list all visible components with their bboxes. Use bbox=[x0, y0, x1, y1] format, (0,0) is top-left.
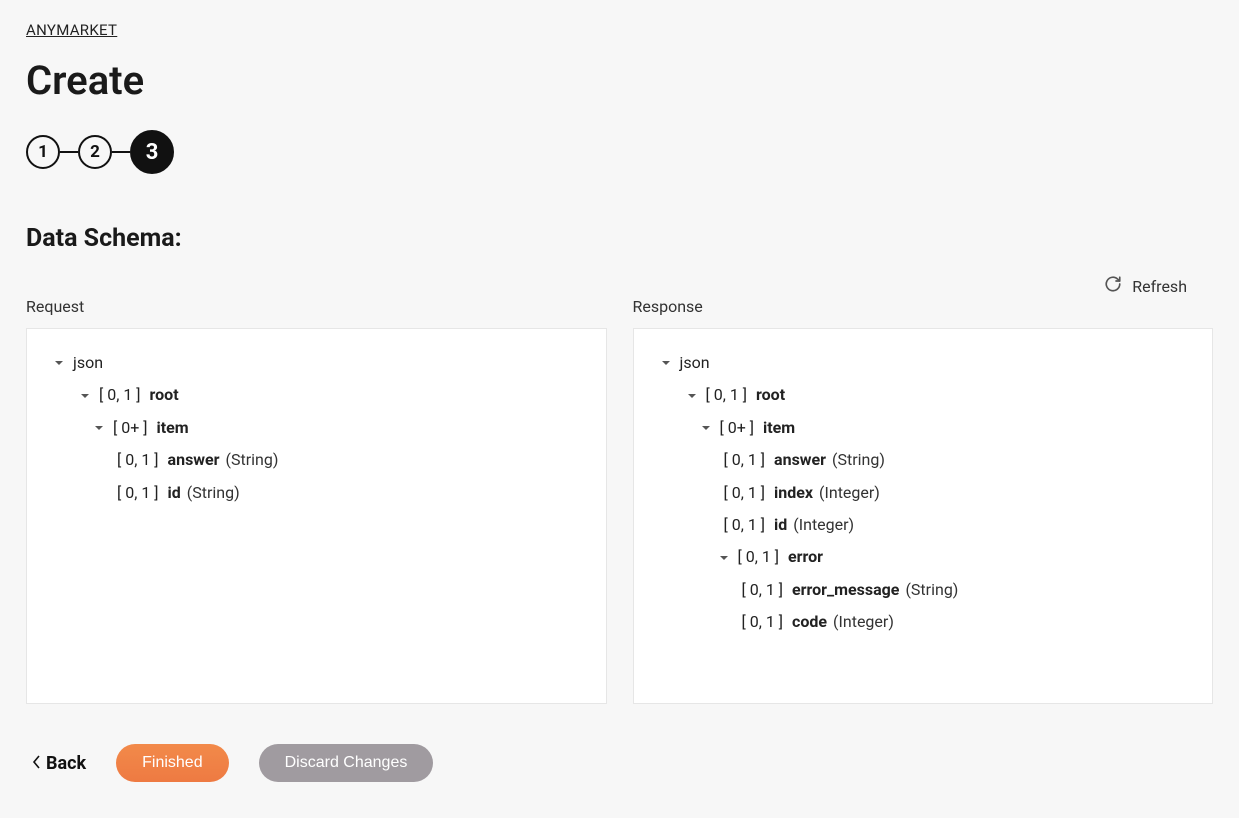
cardinality: [ 0, 1 ] bbox=[117, 482, 159, 504]
step-connector bbox=[60, 151, 78, 153]
response-label: Response bbox=[633, 297, 1214, 316]
request-schema-panel: json [ 0, 1 ] root[ 0+ ] item [ 0, 1 ] answer… bbox=[26, 328, 607, 704]
field-name: error bbox=[788, 546, 823, 568]
tree-row[interactable]: [ 0, 1 ] index (Integer) bbox=[658, 477, 1189, 509]
tree-row[interactable]: [ 0, 1 ] answer (String) bbox=[658, 444, 1189, 476]
field-type: (Integer) bbox=[819, 482, 880, 504]
chevron-down-icon[interactable] bbox=[51, 355, 67, 371]
tree-node-label: json bbox=[680, 352, 710, 374]
wizard-steps: 123 bbox=[26, 130, 1213, 174]
response-schema-panel: json [ 0, 1 ] root[ 0+ ] item [ 0, 1 ] answer… bbox=[633, 328, 1214, 704]
cardinality: [ 0+ ] bbox=[720, 417, 755, 439]
field-name: root bbox=[756, 384, 785, 406]
tree-row[interactable]: [ 0, 1 ] id (Integer) bbox=[658, 509, 1189, 541]
cardinality: [ 0, 1 ] bbox=[724, 482, 766, 504]
field-type: (String) bbox=[832, 449, 885, 471]
field-name: error_message bbox=[792, 579, 899, 601]
chevron-down-icon[interactable] bbox=[77, 388, 93, 404]
field-name: answer bbox=[774, 449, 826, 471]
step-2[interactable]: 2 bbox=[78, 135, 112, 169]
field-type: (String) bbox=[905, 579, 958, 601]
step-3[interactable]: 3 bbox=[130, 130, 174, 174]
field-type: (String) bbox=[187, 482, 240, 504]
step-connector bbox=[112, 151, 130, 153]
chevron-down-icon[interactable] bbox=[684, 388, 700, 404]
cardinality: [ 0, 1 ] bbox=[117, 449, 159, 471]
cardinality: [ 0, 1 ] bbox=[742, 611, 784, 633]
breadcrumb-anymarket[interactable]: ANYMARKET bbox=[26, 21, 117, 39]
tree-row[interactable]: [ 0, 1 ] error_message (String) bbox=[658, 574, 1189, 606]
back-button[interactable]: Back bbox=[32, 753, 86, 774]
tree-row[interactable]: [ 0+ ] item bbox=[51, 412, 582, 444]
tree-node-label: json bbox=[73, 352, 103, 374]
cardinality: [ 0, 1 ] bbox=[742, 579, 784, 601]
field-type: (String) bbox=[226, 449, 279, 471]
discard-changes-button[interactable]: Discard Changes bbox=[259, 744, 434, 782]
chevron-down-icon[interactable] bbox=[716, 550, 732, 566]
cardinality: [ 0, 1 ] bbox=[99, 384, 141, 406]
tree-row[interactable]: [ 0, 1 ] error bbox=[658, 541, 1189, 573]
finished-button[interactable]: Finished bbox=[116, 744, 228, 782]
chevron-left-icon bbox=[32, 753, 42, 774]
field-name: index bbox=[774, 482, 813, 504]
field-name: code bbox=[792, 611, 827, 633]
step-1[interactable]: 1 bbox=[26, 135, 60, 169]
section-title-data-schema: Data Schema: bbox=[26, 224, 1213, 253]
tree-row[interactable]: [ 0, 1 ] root bbox=[658, 379, 1189, 411]
cardinality: [ 0+ ] bbox=[113, 417, 148, 439]
field-name: item bbox=[763, 417, 795, 439]
tree-row[interactable]: [ 0, 1 ] answer (String) bbox=[51, 444, 582, 476]
tree-row[interactable]: [ 0+ ] item bbox=[658, 412, 1189, 444]
chevron-down-icon[interactable] bbox=[698, 420, 714, 436]
tree-row[interactable]: [ 0, 1 ] code (Integer) bbox=[658, 606, 1189, 638]
field-type: (Integer) bbox=[833, 611, 894, 633]
tree-row[interactable]: json bbox=[51, 347, 582, 379]
field-name: root bbox=[150, 384, 179, 406]
cardinality: [ 0, 1 ] bbox=[738, 546, 780, 568]
tree-row[interactable]: [ 0, 1 ] root bbox=[51, 379, 582, 411]
field-name: id bbox=[168, 482, 181, 504]
back-label: Back bbox=[46, 753, 86, 774]
page-title: Create bbox=[26, 57, 1213, 104]
field-type: (Integer) bbox=[793, 514, 854, 536]
cardinality: [ 0, 1 ] bbox=[724, 449, 766, 471]
field-name: answer bbox=[168, 449, 220, 471]
field-name: item bbox=[157, 417, 189, 439]
field-name: id bbox=[774, 514, 787, 536]
chevron-down-icon[interactable] bbox=[658, 355, 674, 371]
request-label: Request bbox=[26, 297, 607, 316]
tree-row[interactable]: [ 0, 1 ] id (String) bbox=[51, 477, 582, 509]
cardinality: [ 0, 1 ] bbox=[706, 384, 748, 406]
tree-row[interactable]: json bbox=[658, 347, 1189, 379]
chevron-down-icon[interactable] bbox=[91, 420, 107, 436]
cardinality: [ 0, 1 ] bbox=[724, 514, 766, 536]
